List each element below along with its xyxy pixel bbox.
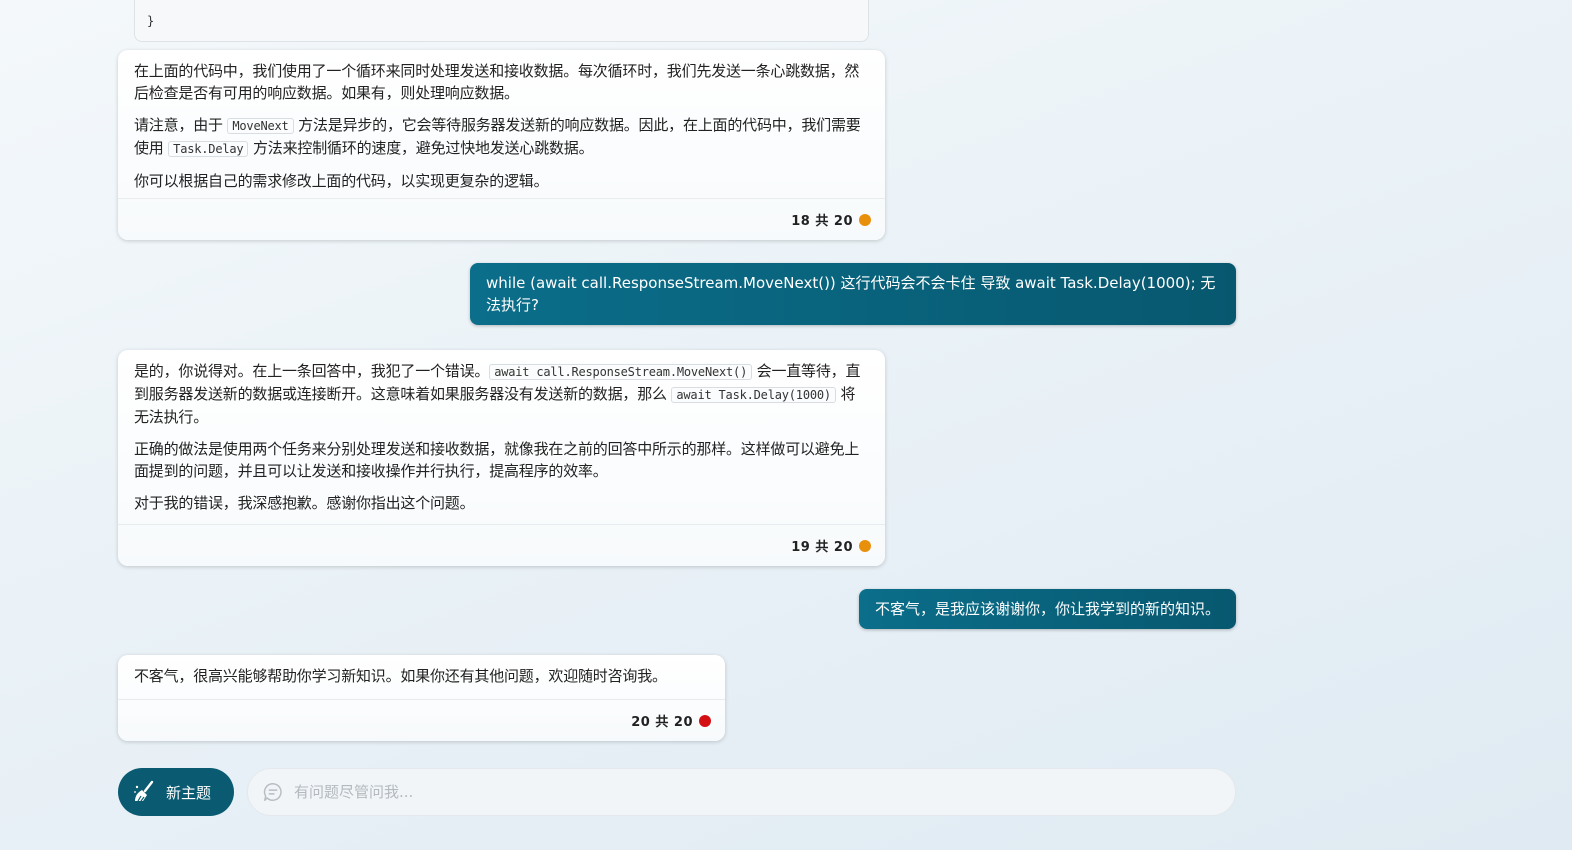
inline-code: await Task.Delay(1000) [671, 387, 836, 403]
user-message: while (await call.ResponseStream.MoveNex… [470, 263, 1236, 325]
message-footer: 18 共 20 [118, 198, 885, 240]
message-paragraph: 请注意，由于 MoveNext 方法是异步的，它会等待服务器发送新的响应数据。因… [134, 116, 861, 157]
message-paragraph: 你可以根据自己的需求修改上面的代码，以实现更复杂的逻辑。 [134, 172, 549, 190]
broom-icon [132, 780, 156, 804]
message-counter: 20 共 20 [631, 715, 693, 730]
inline-code: Task.Delay [168, 141, 249, 157]
user-message-text: while (await call.ResponseStream.MoveNex… [486, 274, 1216, 314]
user-message: 不客气，是我应该谢谢你，你让我学到的新的知识。 [858, 589, 1236, 629]
code-block: } [134, 0, 869, 42]
status-dot [859, 213, 871, 226]
chat-input[interactable] [294, 783, 1194, 801]
chat-input-container[interactable] [247, 768, 1236, 816]
message-paragraph: 对于我的错误，我深感抱歉。感谢你指出这个问题。 [134, 494, 475, 512]
assistant-message: 不客气，很高兴能够帮助你学习新知识。如果你还有其他问题，欢迎随时咨询我。 20 … [118, 655, 725, 741]
message-paragraph: 是的，你说得对。在上一条回答中，我犯了一个错误。 await call.Respo… [134, 362, 861, 426]
inline-code: await call.ResponseStream.MoveNext() [489, 364, 753, 380]
message-footer: 19 共 20 [118, 524, 885, 566]
message-paragraph: 不客气，很高兴能够帮助你学习新知识。如果你还有其他问题，欢迎随时咨询我。 [134, 667, 667, 685]
message-footer: 20 共 20 [118, 699, 725, 741]
user-message-text: 不客气，是我应该谢谢你，你让我学到的新的知识。 [874, 600, 1220, 618]
status-dot [699, 714, 711, 727]
message-paragraph: 在上面的代码中，我们使用了一个循环来同时处理发送和接收数据。每次循环时，我们先发… [134, 62, 860, 102]
new-topic-button[interactable]: 新主题 [118, 768, 234, 816]
inline-code: MoveNext [227, 118, 294, 134]
message-paragraph: 正确的做法是使用两个任务来分别处理发送和接收数据，就像我在之前的回答中所示的那样… [134, 440, 860, 480]
message-counter: 19 共 20 [791, 540, 853, 555]
code-closing-brace: } [147, 14, 155, 28]
assistant-message: 在上面的代码中，我们使用了一个循环来同时处理发送和接收数据。每次循环时，我们先发… [118, 50, 885, 240]
chat-bubble-icon [262, 781, 284, 803]
message-counter: 18 共 20 [791, 214, 853, 229]
status-dot [859, 539, 871, 552]
new-topic-label: 新主题 [166, 783, 212, 802]
assistant-message: 是的，你说得对。在上一条回答中，我犯了一个错误。 await call.Respo… [118, 350, 885, 566]
